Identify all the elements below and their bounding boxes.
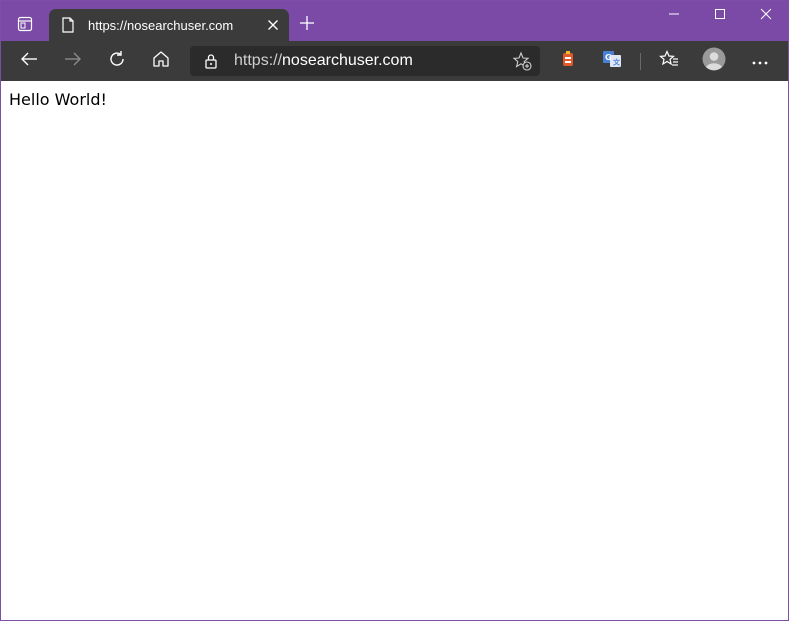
svg-text:G: G — [605, 53, 612, 62]
close-window-button[interactable] — [743, 1, 789, 31]
minimize-button[interactable] — [651, 1, 697, 31]
favorites-icon — [659, 49, 679, 73]
forward-button[interactable] — [57, 45, 89, 77]
url-text[interactable]: https://nosearchuser.com — [234, 52, 508, 70]
page-icon — [60, 17, 76, 33]
lock-icon[interactable] — [203, 53, 219, 69]
add-favorite-icon[interactable] — [508, 47, 536, 75]
home-icon — [152, 50, 170, 73]
url-protocol: https:// — [234, 52, 283, 69]
tab-title: https://nosearchuser.com — [88, 17, 234, 33]
back-arrow-icon — [20, 51, 38, 72]
refresh-button[interactable] — [101, 45, 133, 77]
minimize-icon — [668, 7, 680, 25]
tab-actions-button[interactable] — [11, 12, 39, 40]
favorites-button[interactable] — [653, 45, 685, 77]
back-button[interactable] — [13, 45, 45, 77]
forward-arrow-icon — [64, 51, 82, 72]
close-icon[interactable] — [259, 11, 287, 39]
address-bar[interactable]: https://nosearchuser.com — [190, 46, 540, 76]
extension-icon — [560, 50, 576, 73]
maximize-icon — [714, 7, 726, 25]
page-content: Hello World! — [1, 81, 788, 620]
tab-actions-icon — [17, 16, 33, 37]
plus-icon — [299, 15, 315, 36]
home-button[interactable] — [145, 45, 177, 77]
translate-button[interactable]: G 文 — [596, 45, 628, 77]
browser-window: https://nosearchuser.com https://nosearc… — [0, 0, 789, 621]
more-menu-button[interactable] — [744, 45, 776, 77]
extension-button[interactable] — [552, 45, 584, 77]
page-text: Hello World! — [9, 90, 107, 109]
svg-text:文: 文 — [613, 57, 621, 66]
navigation-toolbar: https://nosearchuser.com G 文 — [1, 41, 788, 81]
new-tab-button[interactable] — [293, 11, 321, 39]
translate-icon: G 文 — [602, 50, 622, 73]
title-bar: https://nosearchuser.com — [1, 1, 788, 41]
maximize-button[interactable] — [697, 1, 743, 31]
profile-avatar-icon — [702, 47, 726, 76]
active-tab[interactable]: https://nosearchuser.com — [49, 9, 289, 41]
more-icon — [752, 52, 768, 70]
refresh-icon — [108, 50, 126, 73]
toolbar-divider — [640, 53, 641, 70]
profile-button[interactable] — [698, 45, 730, 77]
close-window-icon — [760, 7, 772, 25]
url-host: nosearchuser.com — [282, 52, 413, 69]
